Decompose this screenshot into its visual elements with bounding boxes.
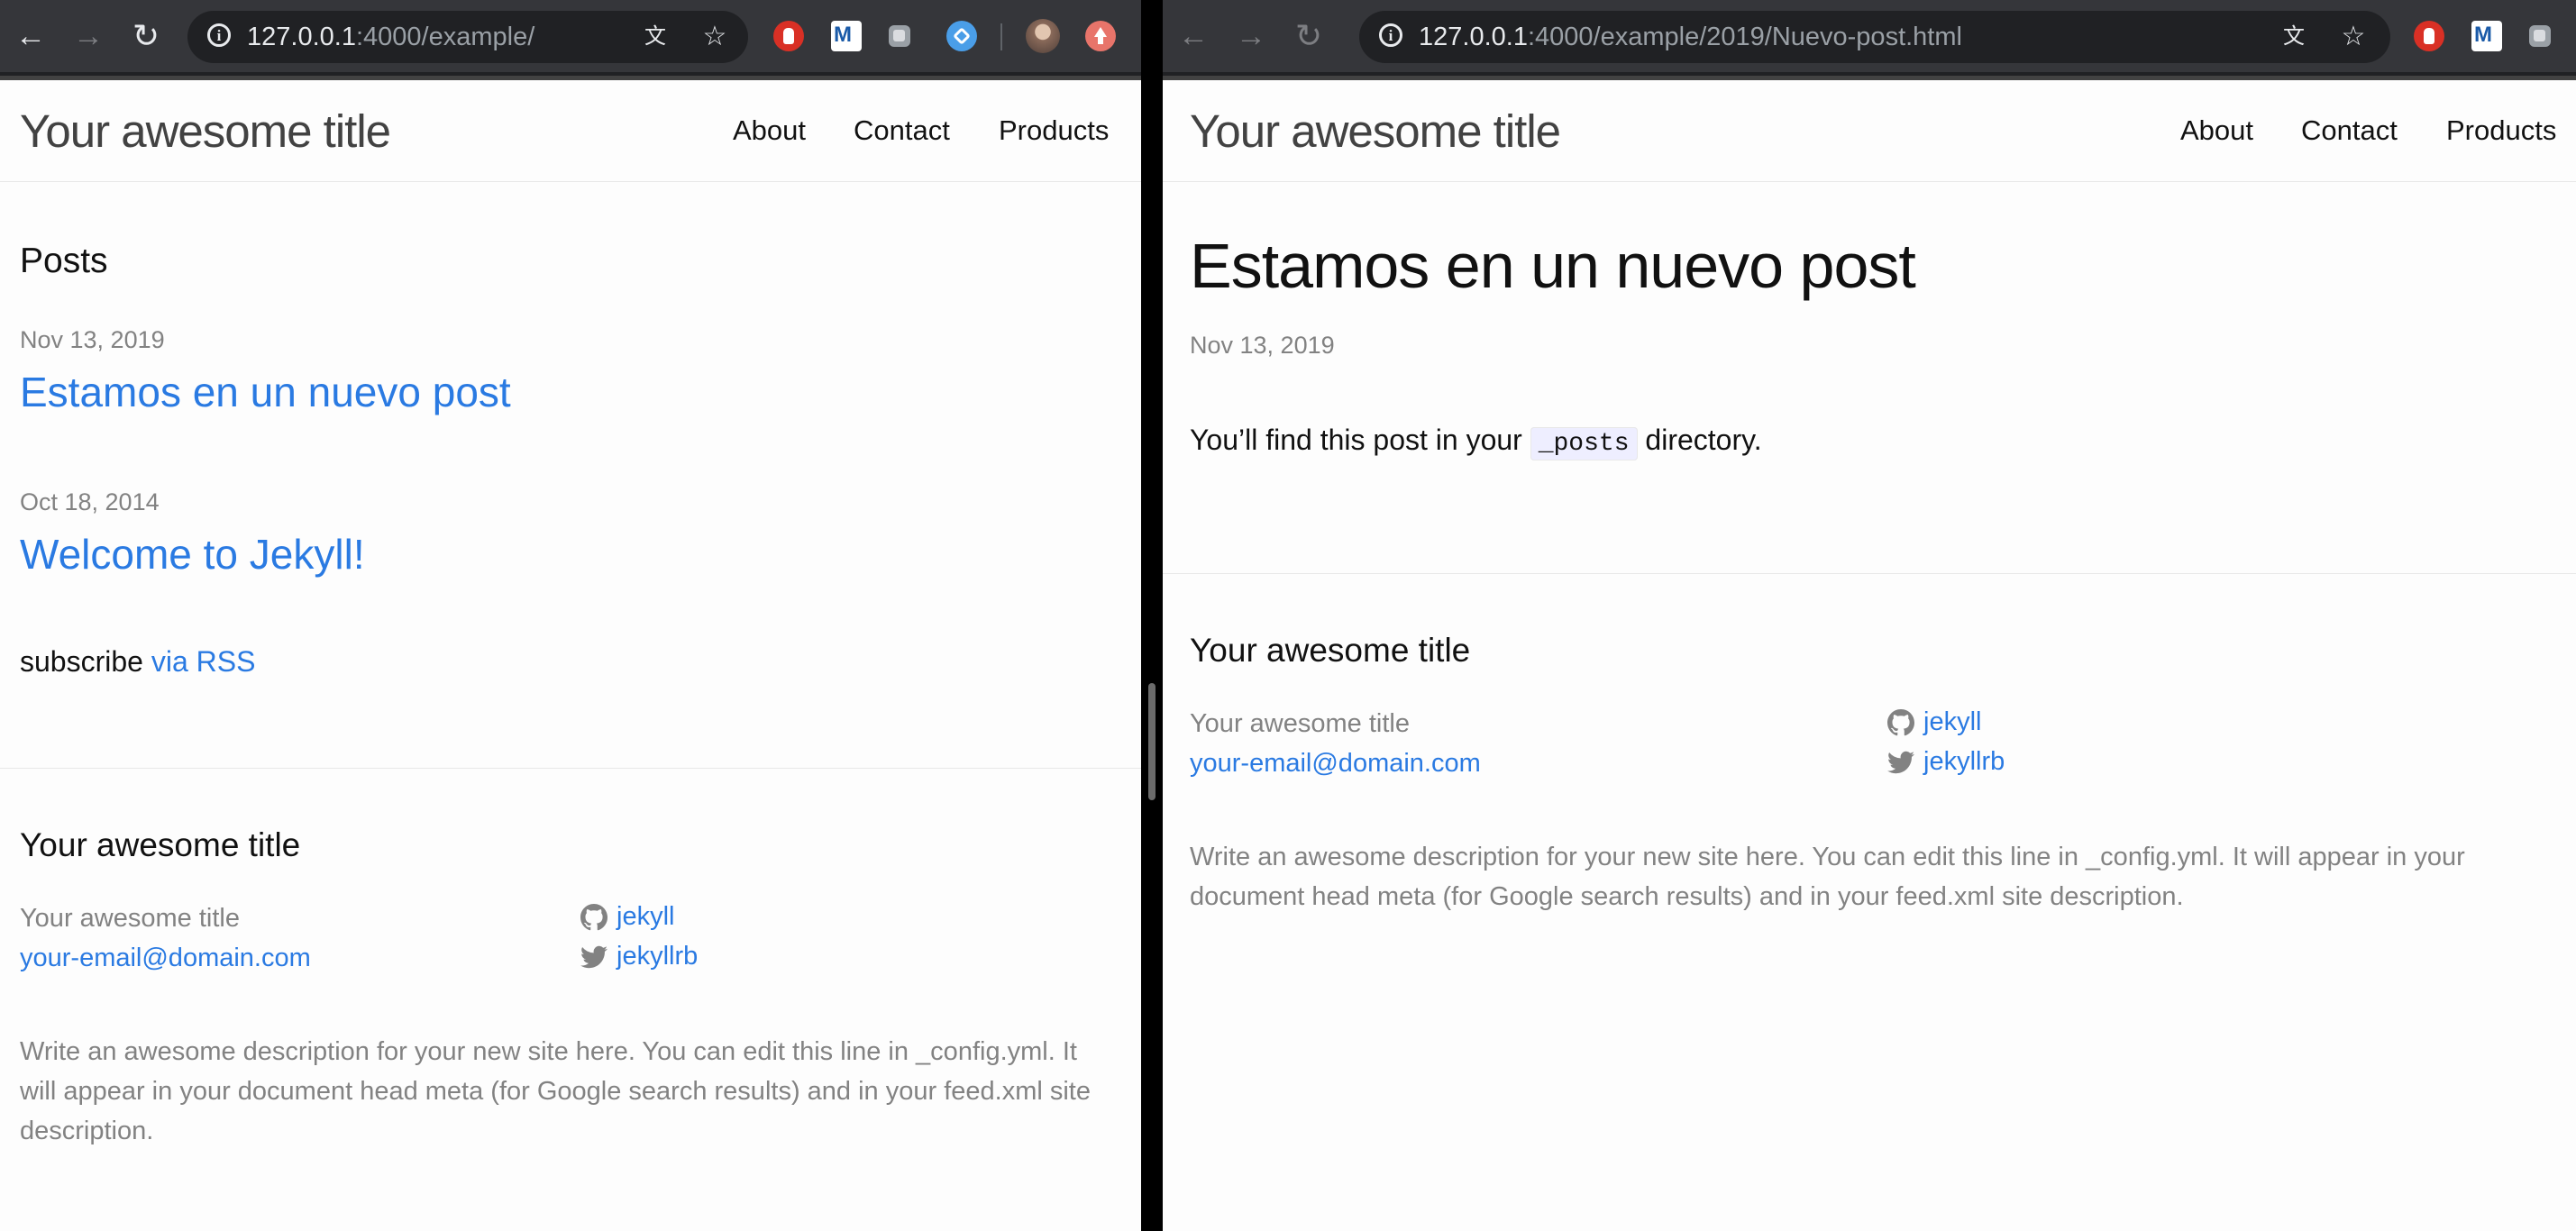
profile-avatar[interactable] — [1026, 19, 1060, 53]
nav-products-link[interactable]: Products — [999, 114, 1109, 147]
footer-email-link[interactable]: your-email@domain.com — [20, 944, 311, 973]
reload-icon[interactable]: ↻ — [1289, 16, 1329, 56]
site-footer: Your awesome title Your awesome title yo… — [0, 768, 1141, 1231]
nav-about-link[interactable]: About — [2180, 114, 2253, 147]
nav-contact-link[interactable]: Contact — [854, 114, 950, 147]
info-icon[interactable]: i — [207, 23, 231, 47]
translate-icon[interactable]: 文 — [2279, 22, 2309, 52]
left-browser-window: ← → ↻ i 127.0.0.1:4000/example/ 文 ☆ Your… — [0, 0, 1141, 1231]
back-arrow-icon[interactable]: ← — [1174, 16, 1213, 56]
github-icon — [1887, 708, 1914, 735]
gray-extension-icon[interactable] — [2529, 25, 2551, 47]
post-date: Oct 18, 2014 — [20, 488, 160, 515]
forward-arrow-icon[interactable]: → — [1231, 16, 1271, 56]
nav-products-link[interactable]: Products — [2446, 114, 2556, 147]
browser-toolbar: ← → ↻ i 127.0.0.1:4000/example/ 文 ☆ — [0, 0, 1141, 76]
toolbar-separator — [1000, 23, 1002, 50]
post-body: You’ll find this post in your _posts dir… — [1190, 424, 1762, 460]
post-link[interactable]: Welcome to Jekyll! — [20, 530, 365, 579]
m-extension-icon[interactable] — [2471, 21, 2502, 51]
site-footer: Your awesome title Your awesome title yo… — [1163, 573, 2576, 1231]
site-header: Your awesome title About Contact Product… — [0, 76, 1141, 182]
m-extension-icon[interactable] — [831, 21, 862, 51]
reload-icon[interactable]: ↻ — [126, 16, 166, 56]
footer-twitter-link[interactable]: jekyllrb — [1887, 747, 2005, 777]
footer-heading: Your awesome title — [1190, 632, 1471, 669]
posts-directory-code: _posts — [1530, 427, 1638, 460]
translate-icon[interactable]: 文 — [640, 22, 671, 52]
info-icon[interactable]: i — [1379, 23, 1402, 47]
footer-github-link[interactable]: jekyll — [580, 902, 674, 932]
twitter-icon — [1887, 751, 1914, 773]
back-arrow-icon[interactable]: ← — [11, 16, 50, 56]
adblock-extension-icon[interactable] — [773, 21, 804, 51]
twitter-username[interactable]: jekyllrb — [617, 942, 698, 971]
footer-heading: Your awesome title — [20, 826, 301, 863]
footer-site-name: Your awesome title — [20, 904, 240, 933]
site-title[interactable]: Your awesome title — [20, 105, 391, 158]
github-username[interactable]: jekyll — [1923, 707, 1981, 737]
post-title: Estamos en un nuevo post — [1190, 231, 1916, 301]
subscribe-text: subscribe — [20, 645, 143, 678]
footer-description: Write an awesome description for your ne… — [1190, 843, 2465, 911]
posts-heading: Posts — [20, 242, 108, 280]
gray-extension-icon[interactable] — [889, 25, 910, 47]
forward-arrow-icon[interactable]: → — [69, 16, 108, 56]
post-date: Nov 13, 2019 — [20, 326, 165, 353]
site-header: Your awesome title About Contact Product… — [1163, 76, 2576, 182]
post-link[interactable]: Estamos en un nuevo post — [20, 368, 511, 416]
address-bar[interactable]: i 127.0.0.1:4000/example/ 文 ☆ — [187, 11, 748, 63]
footer-email-link[interactable]: your-email@domain.com — [1190, 749, 1481, 779]
star-icon[interactable]: ☆ — [699, 22, 730, 52]
address-bar[interactable]: i 127.0.0.1:4000/example/2019/Nuevo-post… — [1359, 11, 2390, 63]
post-date: Nov 13, 2019 — [1190, 332, 1335, 359]
url-text[interactable]: 127.0.0.1:4000/example/2019/Nuevo-post.h… — [1419, 23, 1962, 52]
right-browser-window: ← → ↻ i 127.0.0.1:4000/example/2019/Nuev… — [1163, 0, 2576, 1231]
post-body-text: directory. — [1645, 424, 1762, 456]
browser-toolbar: ← → ↻ i 127.0.0.1:4000/example/2019/Nuev… — [1163, 0, 2576, 76]
post-body-text: You’ll find this post in your — [1190, 424, 1522, 456]
url-text[interactable]: 127.0.0.1:4000/example/ — [247, 23, 534, 52]
footer-site-name: Your awesome title — [1190, 709, 1410, 738]
star-icon[interactable]: ☆ — [2338, 22, 2369, 52]
footer-twitter-link[interactable]: jekyllrb — [580, 942, 698, 971]
site-title[interactable]: Your awesome title — [1190, 105, 1561, 158]
nav-about-link[interactable]: About — [733, 114, 806, 147]
github-icon — [580, 903, 607, 930]
divider-grip[interactable] — [1148, 683, 1156, 800]
adblock-extension-icon[interactable] — [2414, 21, 2444, 51]
github-username[interactable]: jekyll — [617, 902, 674, 932]
window-divider[interactable] — [1141, 0, 1163, 1231]
twitter-username[interactable]: jekyllrb — [1923, 747, 2005, 777]
footer-description: Write an awesome description for your ne… — [20, 1037, 1091, 1145]
blue-extension-icon[interactable] — [946, 21, 977, 51]
footer-github-link[interactable]: jekyll — [1887, 707, 1981, 737]
subscribe-line: subscribe via RSS — [20, 645, 255, 679]
rss-link[interactable]: via RSS — [151, 645, 256, 678]
nav-contact-link[interactable]: Contact — [2301, 114, 2398, 147]
update-extension-icon[interactable] — [1085, 21, 1116, 51]
twitter-icon — [580, 945, 607, 968]
